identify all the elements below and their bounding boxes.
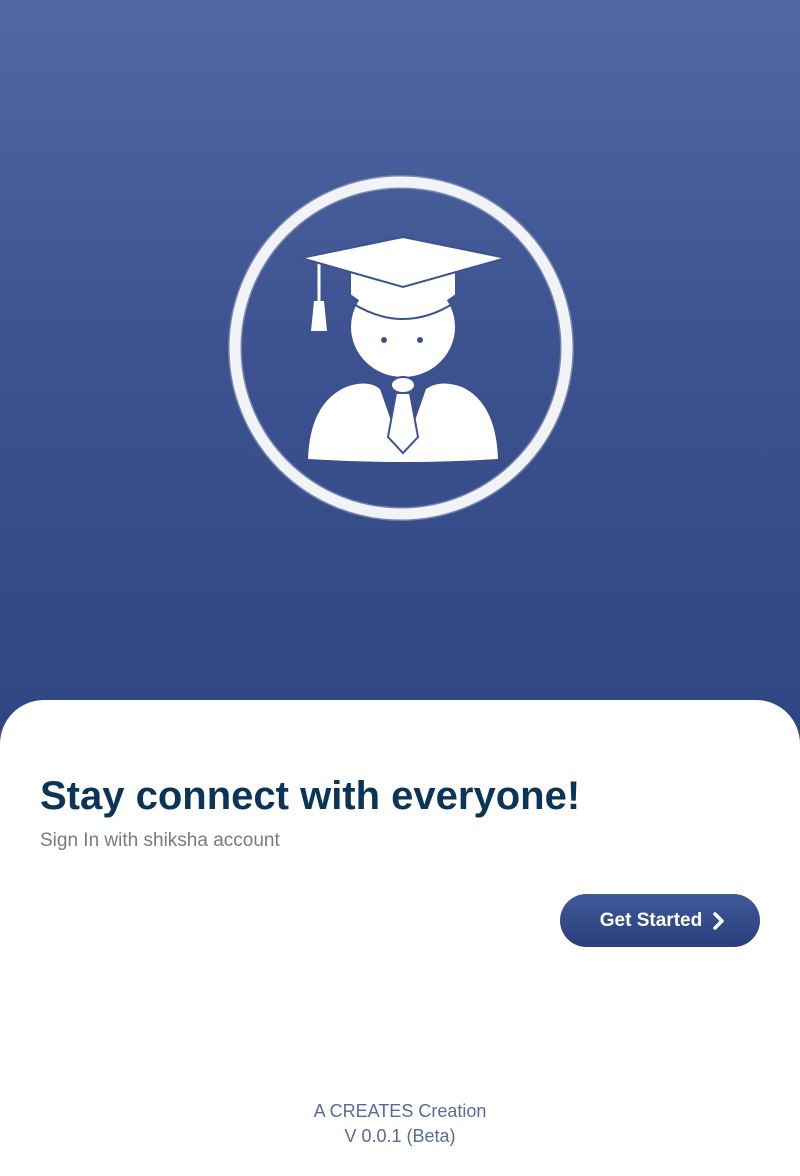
credit-text: A CREATES Creation (313, 1101, 487, 1121)
sign-in-subtitle: Sign In with shiksha account (40, 830, 280, 851)
welcome-screen: Stay connect with everyone! Sign In with… (0, 0, 800, 1176)
chevron-right-icon (712, 911, 726, 931)
app-logo (228, 175, 574, 521)
hero-banner (0, 0, 800, 760)
graduate-student-icon (228, 175, 574, 521)
get-started-button[interactable]: Get Started (560, 894, 760, 947)
page-title: Stay connect with everyone! (40, 774, 581, 818)
get-started-label: Get Started (599, 909, 703, 931)
version-text: V 0.0.1 (Beta) (344, 1126, 456, 1146)
